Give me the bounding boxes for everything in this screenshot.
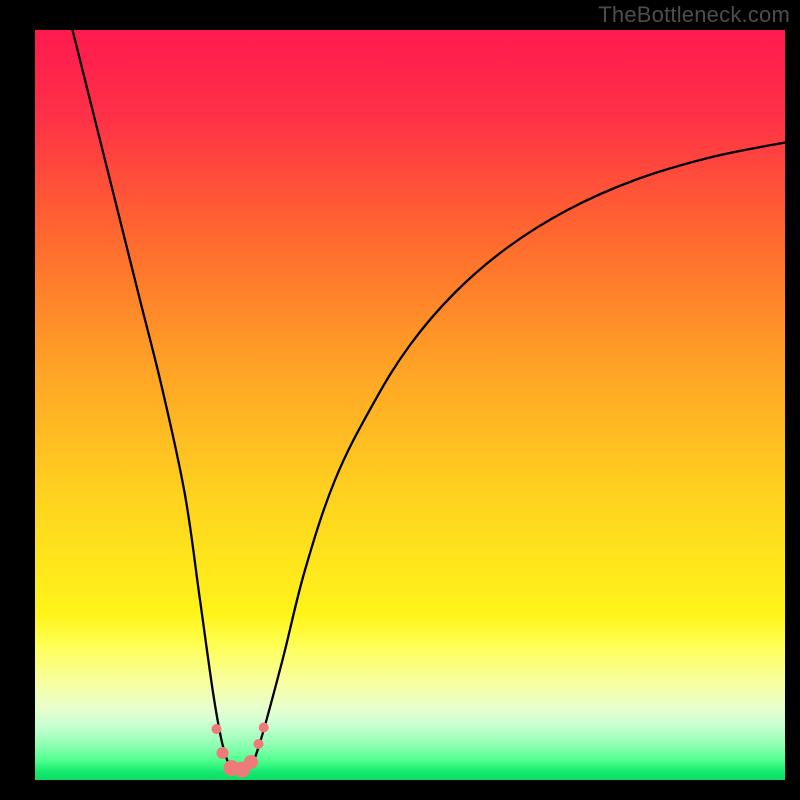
highlight-dot [212, 724, 222, 734]
plot-area [35, 30, 785, 780]
highlight-dot [217, 747, 229, 759]
bottleneck-curve [73, 30, 786, 774]
chart-frame: TheBottleneck.com [0, 0, 800, 800]
highlight-dot [244, 755, 258, 769]
highlight-dot [254, 739, 264, 749]
highlight-dot [259, 723, 269, 733]
watermark-text: TheBottleneck.com [598, 2, 790, 28]
chart-svg [35, 30, 785, 780]
